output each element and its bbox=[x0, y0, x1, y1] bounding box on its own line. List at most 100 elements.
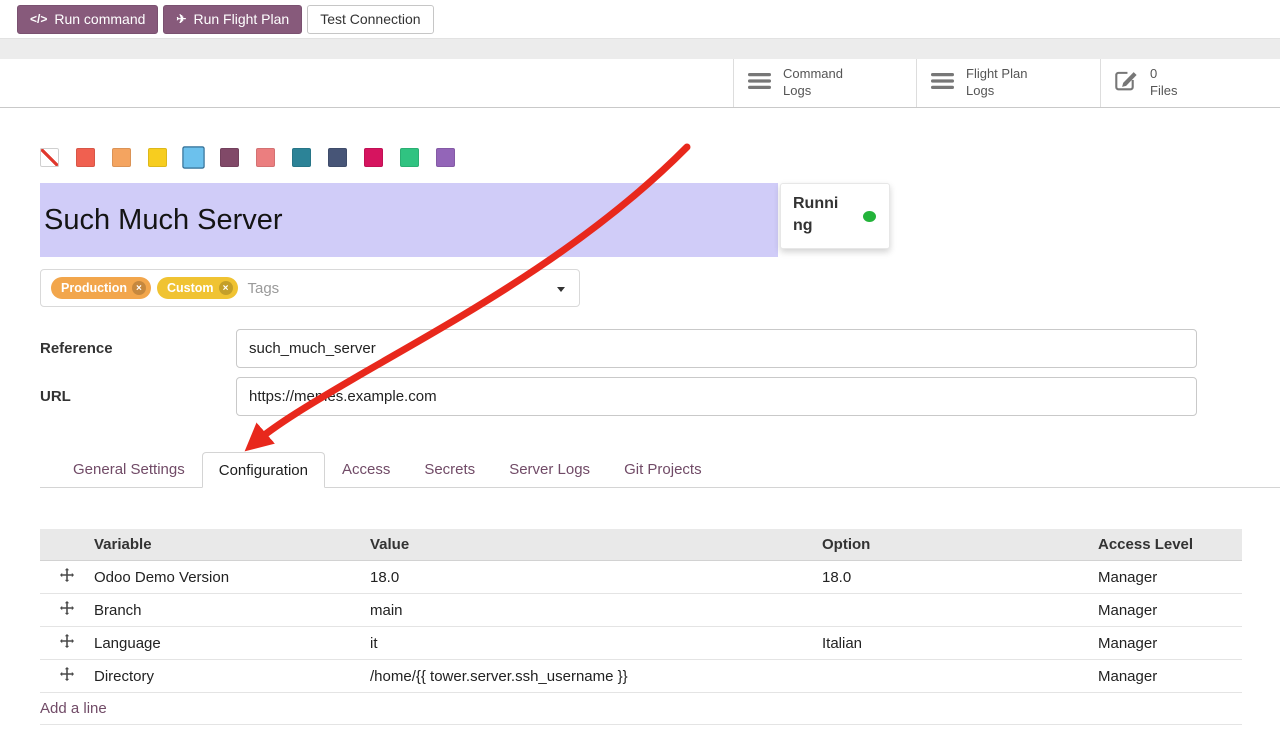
color-palette bbox=[40, 148, 1280, 167]
test-connection-button[interactable]: Test Connection bbox=[307, 5, 433, 34]
reference-label: Reference bbox=[40, 340, 236, 357]
title-row: Such Much Server Running bbox=[40, 183, 1280, 257]
table-row[interactable]: Directory /home/{{ tower.server.ssh_user… bbox=[40, 660, 1242, 693]
cell-access-level[interactable]: Manager bbox=[1098, 660, 1242, 693]
toolbar-separator bbox=[0, 38, 1280, 59]
url-input[interactable] bbox=[236, 377, 1197, 416]
tab-configuration[interactable]: Configuration bbox=[202, 452, 325, 488]
command-logs-line2: Logs bbox=[783, 83, 843, 100]
color-swatch-teal[interactable] bbox=[292, 148, 311, 167]
run-command-label: Run command bbox=[54, 11, 145, 27]
cell-variable[interactable]: Language bbox=[94, 627, 370, 660]
tag-production[interactable]: Production × bbox=[51, 277, 151, 299]
files-count: 0 bbox=[1150, 66, 1177, 83]
tab-secrets[interactable]: Secrets bbox=[407, 452, 492, 487]
color-swatch-salmon[interactable] bbox=[256, 148, 275, 167]
code-icon: </> bbox=[30, 12, 47, 26]
files-label: 0 Files bbox=[1150, 66, 1177, 100]
cell-access-level[interactable]: Manager bbox=[1098, 627, 1242, 660]
test-connection-label: Test Connection bbox=[320, 11, 420, 27]
command-logs-label: Command Logs bbox=[783, 66, 843, 100]
server-form-page: </> Run command ✈ Run Flight Plan Test C… bbox=[0, 0, 1280, 742]
cell-variable[interactable]: Branch bbox=[94, 594, 370, 627]
cell-value[interactable]: main bbox=[370, 594, 822, 627]
tags-field[interactable]: Production × Custom × Tags bbox=[40, 269, 580, 307]
list-icon bbox=[748, 72, 771, 95]
action-toolbar: </> Run command ✈ Run Flight Plan Test C… bbox=[0, 0, 1280, 38]
files-text: Files bbox=[1150, 83, 1177, 100]
tag-custom[interactable]: Custom × bbox=[157, 277, 238, 299]
color-swatch-navy[interactable] bbox=[328, 148, 347, 167]
command-logs-button[interactable]: Command Logs bbox=[733, 59, 916, 107]
tab-git-projects[interactable]: Git Projects bbox=[607, 452, 719, 487]
form-header: Command Logs Flight Plan Logs 0 Files bbox=[0, 59, 1280, 108]
plane-icon: ✈ bbox=[176, 12, 186, 26]
status-label: Running bbox=[793, 193, 847, 236]
tag-production-label: Production bbox=[61, 281, 127, 295]
color-swatch-dark-purple[interactable] bbox=[220, 148, 239, 167]
flight-plan-logs-label: Flight Plan Logs bbox=[966, 66, 1027, 100]
table-header-row: Variable Value Option Access Level bbox=[40, 529, 1242, 561]
drag-handle-icon[interactable] bbox=[40, 660, 94, 693]
color-swatch-magenta[interactable] bbox=[364, 148, 383, 167]
tags-placeholder: Tags bbox=[248, 280, 280, 297]
color-swatch-purple[interactable] bbox=[436, 148, 455, 167]
drag-handle-icon[interactable] bbox=[40, 594, 94, 627]
cell-option[interactable] bbox=[822, 660, 1098, 693]
server-name-input[interactable]: Such Much Server bbox=[40, 183, 778, 257]
cell-option[interactable]: Italian bbox=[822, 627, 1098, 660]
tag-custom-label: Custom bbox=[167, 281, 214, 295]
column-header-access-level: Access Level bbox=[1098, 529, 1242, 561]
tab-access[interactable]: Access bbox=[325, 452, 407, 487]
flight-plan-logs-line2: Logs bbox=[966, 83, 1027, 100]
table-row[interactable]: Language it Italian Manager bbox=[40, 627, 1242, 660]
color-swatch-cyan-selected[interactable] bbox=[182, 146, 204, 168]
drag-handle-icon[interactable] bbox=[40, 627, 94, 660]
cell-value[interactable]: 18.0 bbox=[370, 561, 822, 594]
add-line-row: Add a line bbox=[40, 693, 1242, 725]
add-line-cell: Add a line bbox=[40, 693, 1242, 725]
variables-table: Variable Value Option Access Level Odoo … bbox=[40, 529, 1242, 725]
url-field-row: URL bbox=[40, 377, 1280, 416]
tab-server-logs[interactable]: Server Logs bbox=[492, 452, 607, 487]
color-swatch-none[interactable] bbox=[40, 148, 59, 167]
tag-remove-icon[interactable]: × bbox=[219, 281, 233, 295]
tab-general-settings[interactable]: General Settings bbox=[56, 452, 202, 487]
run-flight-plan-label: Run Flight Plan bbox=[193, 11, 289, 27]
run-flight-plan-button[interactable]: ✈ Run Flight Plan bbox=[163, 5, 302, 34]
cell-option[interactable]: 18.0 bbox=[822, 561, 1098, 594]
status-ribbon[interactable]: Running bbox=[780, 183, 890, 249]
files-button[interactable]: 0 Files bbox=[1100, 59, 1280, 107]
cell-variable[interactable]: Odoo Demo Version bbox=[94, 561, 370, 594]
drag-handle-icon[interactable] bbox=[40, 561, 94, 594]
tag-remove-icon[interactable]: × bbox=[132, 281, 146, 295]
cell-option[interactable] bbox=[822, 594, 1098, 627]
cell-variable[interactable]: Directory bbox=[94, 660, 370, 693]
form-tabs: General Settings Configuration Access Se… bbox=[40, 452, 1280, 488]
list-icon bbox=[931, 72, 954, 95]
color-swatch-red[interactable] bbox=[76, 148, 95, 167]
status-dot-icon bbox=[863, 211, 876, 222]
reference-field-row: Reference bbox=[40, 329, 1280, 368]
dropdown-caret-icon[interactable] bbox=[557, 287, 565, 292]
color-swatch-yellow[interactable] bbox=[148, 148, 167, 167]
color-swatch-green[interactable] bbox=[400, 148, 419, 167]
reference-input[interactable] bbox=[236, 329, 1197, 368]
add-a-line-link[interactable]: Add a line bbox=[40, 700, 107, 717]
cell-value[interactable]: /home/{{ tower.server.ssh_username }} bbox=[370, 660, 822, 693]
table-row[interactable]: Branch main Manager bbox=[40, 594, 1242, 627]
flight-plan-logs-line1: Flight Plan bbox=[966, 66, 1027, 83]
flight-plan-logs-button[interactable]: Flight Plan Logs bbox=[916, 59, 1100, 107]
color-swatch-orange[interactable] bbox=[112, 148, 131, 167]
column-header-option: Option bbox=[822, 529, 1098, 561]
command-logs-line1: Command bbox=[783, 66, 843, 83]
handle-column-header bbox=[40, 529, 94, 561]
edit-icon bbox=[1115, 70, 1138, 96]
column-header-variable: Variable bbox=[94, 529, 370, 561]
cell-access-level[interactable]: Manager bbox=[1098, 561, 1242, 594]
column-header-value: Value bbox=[370, 529, 822, 561]
cell-value[interactable]: it bbox=[370, 627, 822, 660]
cell-access-level[interactable]: Manager bbox=[1098, 594, 1242, 627]
run-command-button[interactable]: </> Run command bbox=[17, 5, 158, 34]
table-row[interactable]: Odoo Demo Version 18.0 18.0 Manager bbox=[40, 561, 1242, 594]
